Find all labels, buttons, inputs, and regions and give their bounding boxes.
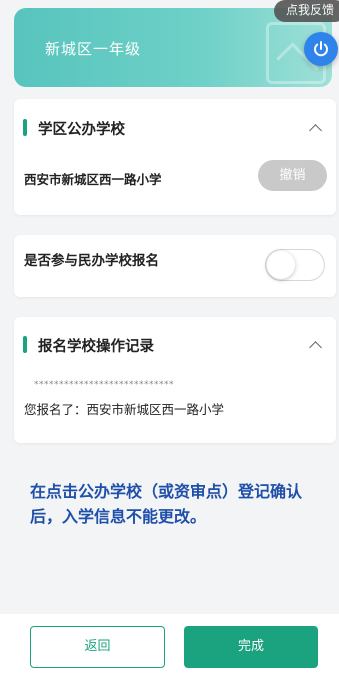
power-icon [314,41,328,57]
feedback-button[interactable]: 点我反馈 [274,0,339,22]
private-school-toggle[interactable] [265,249,325,281]
records-title: 报名学校操作记录 [38,339,154,355]
banner-title: 新城区一年级 [45,40,142,58]
public-school-title: 学区公办学校 [38,122,125,138]
page: 新城区一年级 点我反馈 学区公办学校 西安市新城区西一路小学 撤销 是否参与民办… [0,0,339,688]
private-school-card: 是否参与民办学校报名 [14,235,336,297]
private-school-question: 是否参与民办学校报名 [24,253,159,269]
section-accent-bar [23,119,27,136]
masked-text: **************************** [34,380,174,390]
chevron-up-icon[interactable] [309,341,322,354]
chevron-up-icon[interactable] [309,124,322,137]
records-card: 报名学校操作记录 **************************** 您报… [14,317,336,443]
cancel-button[interactable]: 撤销 [258,160,327,191]
public-school-header[interactable]: 学区公办学校 [14,99,336,155]
notice-text: 在点击公办学校（或资审点）登记确认后，入学信息不能更改。 [30,482,303,526]
record-entry: 您报名了：西安市新城区西一路小学 [24,402,225,417]
public-school-card: 学区公办学校 西安市新城区西一路小学 撤销 [14,99,336,215]
public-school-name: 西安市新城区西一路小学 [24,172,162,187]
done-button[interactable]: 完成 [184,626,318,668]
back-button[interactable]: 返回 [30,626,165,668]
footer-bar: 返回 完成 [0,614,339,688]
toggle-knob [267,251,295,279]
records-header[interactable]: 报名学校操作记录 [14,317,336,373]
power-button[interactable] [304,32,338,66]
section-accent-bar [23,336,27,353]
